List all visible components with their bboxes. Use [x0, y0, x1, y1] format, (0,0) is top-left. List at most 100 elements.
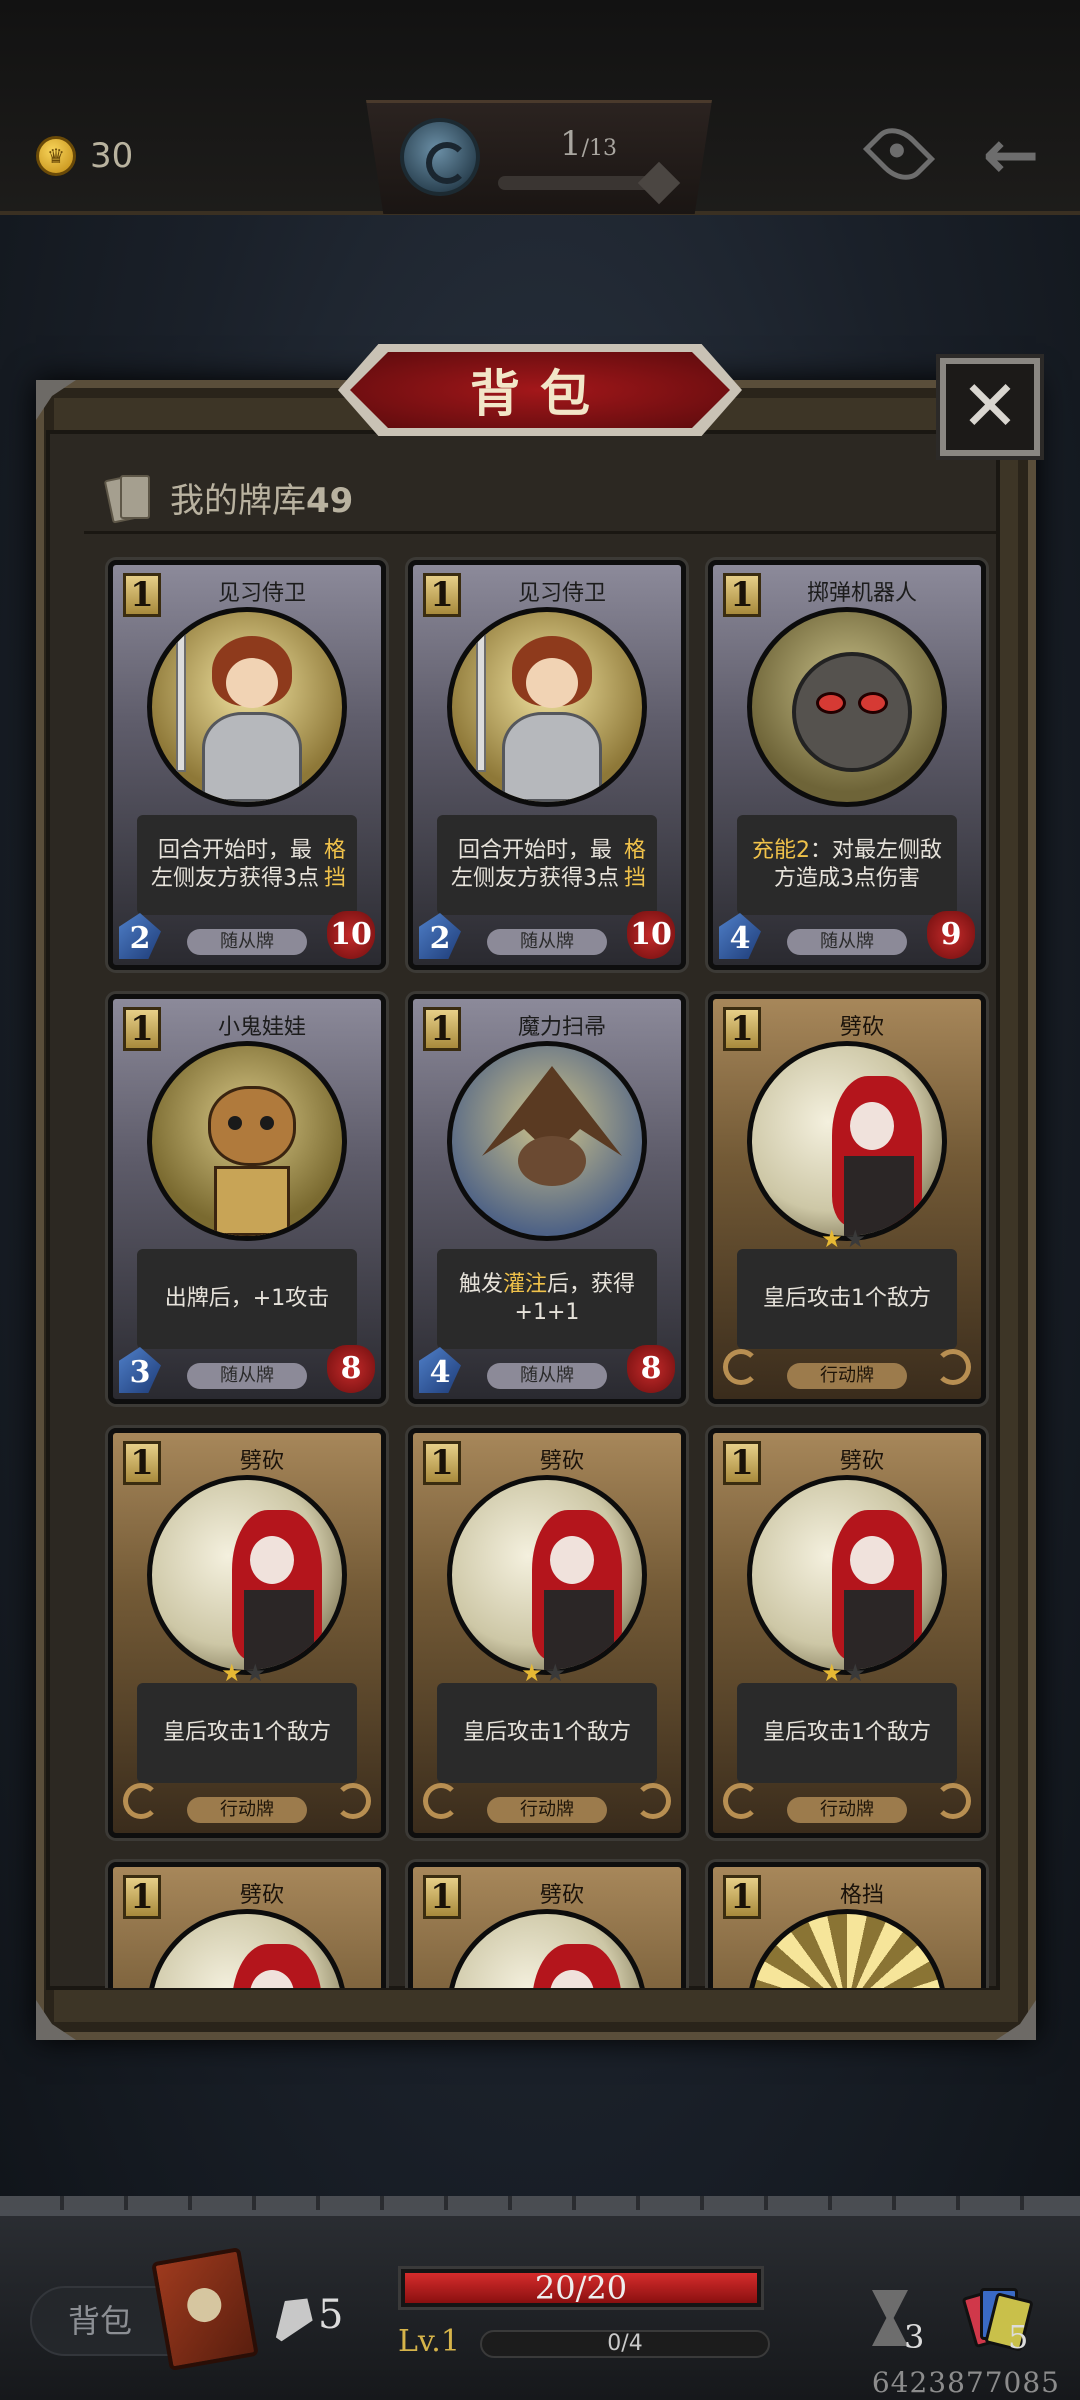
card-name: 劈砍: [839, 1449, 884, 1474]
card[interactable]: 1 魔力扫帚 触发灌注后，获得 +1+1 随从牌 4 8: [408, 994, 686, 1404]
swirl-ornament-icon: [935, 1783, 971, 1819]
card-description: 皇后攻击1个敌方: [137, 1683, 357, 1783]
card-cost: 1: [423, 1875, 461, 1919]
card[interactable]: 1 见习侍卫 回合开始时，最左侧友方获得3点 格挡 随从牌 2 10: [408, 560, 686, 970]
voodoo-doll-portrait: [147, 1041, 347, 1241]
card[interactable]: 1 劈砍: [108, 1862, 386, 1988]
back-arrow-icon[interactable]: ←: [976, 122, 1046, 190]
card-type-badge: 随从牌: [187, 1363, 307, 1389]
card-cost: 1: [123, 1007, 161, 1051]
card[interactable]: 1 见习侍卫 回合开始时，最左侧友方获得3点 格挡 随从牌 2 10: [108, 560, 386, 970]
portal-orb-icon[interactable]: [400, 118, 480, 196]
card-type-badge: 随从牌: [787, 929, 907, 955]
card-name: 见习侍卫: [217, 581, 306, 606]
card-cost: 1: [423, 1441, 461, 1485]
pickaxe-count: 5: [318, 2292, 344, 2338]
swirl-ornament-icon: [423, 1783, 459, 1819]
stage-current: 1: [560, 124, 582, 164]
card-stars: ★★: [521, 1659, 568, 1687]
card-name: 劈砍: [239, 1449, 284, 1474]
keyword: 充能2: [751, 838, 810, 863]
hourglass-count: 3: [904, 2318, 925, 2356]
card-health: 10: [627, 911, 675, 959]
card-health: 9: [927, 911, 975, 959]
knight-portrait: [447, 607, 647, 807]
knight-portrait: [147, 607, 347, 807]
card-name: 劈砍: [839, 1015, 884, 1040]
card-stars: ★★: [221, 1659, 268, 1687]
star-icon: ★: [844, 1225, 869, 1253]
card-attack: 4: [719, 913, 761, 959]
card-stars: ★★: [821, 1225, 868, 1253]
stage-progress-bar: [498, 176, 664, 190]
deck-count: 49: [306, 481, 354, 521]
block-portrait: [747, 1909, 947, 1988]
keyword: 灌注: [502, 1272, 547, 1297]
card-attack: 4: [419, 1347, 461, 1393]
card-name: 格挡: [839, 1883, 884, 1908]
user-id: 6423877085: [871, 2366, 1060, 2399]
health-text: 20/20: [534, 2269, 628, 2307]
card-attack: 3: [119, 1347, 161, 1393]
draw-pile-count: 5: [1008, 2318, 1029, 2356]
panel-title: 背包: [350, 352, 730, 428]
level-label: Lv.1: [398, 2324, 460, 2359]
card-description: 回合开始时，最左侧友方获得3点 格挡: [137, 815, 357, 915]
card-description: 皇后攻击1个敌方: [437, 1683, 657, 1783]
card-name: 劈砍: [239, 1883, 284, 1908]
card-description: 充能2：对最左侧敌方造成3点伤害: [737, 815, 957, 915]
broom-portrait: [447, 1041, 647, 1241]
card-description: 皇后攻击1个敌方: [737, 1249, 957, 1349]
queen-slash-portrait: [447, 1909, 647, 1988]
card[interactable]: 1 格挡: [708, 1862, 986, 1988]
deck-title: 我的牌库49: [170, 473, 353, 522]
xp-bar: 0/4: [480, 2330, 770, 2358]
swirl-ornament-icon: [635, 1783, 671, 1819]
card-type-badge: 行动牌: [487, 1797, 607, 1823]
card-type-badge: 行动牌: [787, 1797, 907, 1823]
coin-icon: ♛: [36, 136, 76, 176]
card-cost: 1: [723, 1875, 761, 1919]
spellbook-icon[interactable]: [151, 2247, 259, 2371]
card-stars: ★★: [821, 1659, 868, 1687]
card-type-badge: 随从牌: [187, 929, 307, 955]
card-type-badge: 随从牌: [487, 1363, 607, 1389]
card-cost: 1: [723, 573, 761, 617]
card-attack: 2: [119, 913, 161, 959]
card[interactable]: 1 劈砍: [408, 1862, 686, 1988]
card[interactable]: 1 劈砍 ★★ 皇后攻击1个敌方 行动牌: [408, 1428, 686, 1838]
swirl-ornament-icon: [123, 1783, 159, 1819]
card-cost: 1: [423, 1007, 461, 1051]
star-icon: ★: [521, 1659, 545, 1687]
coin-value: 30: [90, 136, 134, 176]
card[interactable]: 1 劈砍 ★★ 皇后攻击1个敌方 行动牌: [708, 1428, 986, 1838]
deck-label: 我的牌库: [170, 481, 306, 521]
swirl-ornament-icon: [723, 1783, 759, 1819]
card[interactable]: 1 劈砍 ★★ 皇后攻击1个敌方 行动牌: [708, 994, 986, 1404]
star-icon: ★: [844, 1659, 869, 1687]
card-name: 劈砍: [539, 1883, 584, 1908]
queen-slash-portrait: [447, 1475, 647, 1675]
card-cost: 1: [723, 1007, 761, 1051]
card-description: 触发灌注后，获得 +1+1: [437, 1249, 657, 1349]
card-description: 皇后攻击1个敌方: [737, 1683, 957, 1783]
card-cost: 1: [723, 1441, 761, 1485]
swirl-ornament-icon: [723, 1349, 759, 1385]
card-grid: 1 见习侍卫 回合开始时，最左侧友方获得3点 格挡 随从牌 2 10 1 见习侍卫…: [84, 546, 998, 1988]
star-icon: ★: [821, 1225, 845, 1253]
card[interactable]: 1 掷弹机器人 充能2：对最左侧敌方造成3点伤害 随从牌 4 9: [708, 560, 986, 970]
close-button[interactable]: ✕: [936, 354, 1044, 460]
queen-slash-portrait: [747, 1041, 947, 1241]
card-health: 10: [327, 911, 375, 959]
card-cost: 1: [123, 1441, 161, 1485]
star-icon: ★: [244, 1659, 269, 1687]
coin-counter: ♛ 30: [36, 136, 133, 176]
card-name: 小鬼娃娃: [217, 1015, 306, 1040]
card-description: 出牌后，+1攻击: [137, 1249, 357, 1349]
card-description: 回合开始时，最左侧友方获得3点 格挡: [437, 815, 657, 915]
card-type-badge: 随从牌: [487, 929, 607, 955]
card[interactable]: 1 劈砍 ★★ 皇后攻击1个敌方 行动牌: [108, 1428, 386, 1838]
stage-progress: 1/13: [560, 124, 617, 164]
card[interactable]: 1 小鬼娃娃 出牌后，+1攻击 随从牌 3 8: [108, 994, 386, 1404]
star-icon: ★: [221, 1659, 245, 1687]
